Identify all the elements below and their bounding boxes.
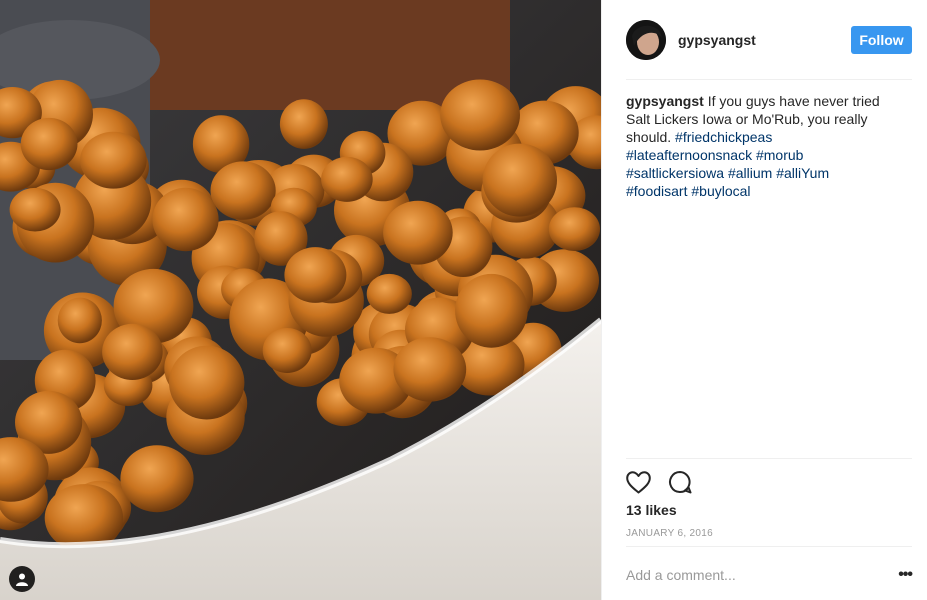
chickpea [321, 156, 373, 202]
hashtag-link[interactable]: #allium [728, 165, 772, 181]
post-header: gypsyangst Follow [626, 20, 912, 60]
chickpea [9, 187, 61, 232]
chickpea [482, 143, 557, 217]
chickpea [262, 328, 312, 373]
chickpea [440, 79, 520, 151]
hashtag-link[interactable]: #alliYum [776, 165, 829, 181]
chickpea [393, 337, 467, 402]
avatar-image [626, 20, 666, 60]
divider [626, 79, 912, 80]
divider [626, 546, 912, 547]
header-username[interactable]: gypsyangst [678, 32, 756, 48]
caption-username[interactable]: gypsyangst [626, 93, 704, 109]
avatar[interactable] [626, 20, 666, 60]
follow-button[interactable]: Follow [851, 26, 912, 54]
chickpea [210, 161, 276, 220]
post-sidebar: gypsyangst Follow gypsyangst If you guys… [601, 0, 927, 600]
chickpea [80, 131, 147, 189]
comment-input[interactable] [626, 567, 892, 583]
chickpea [152, 187, 219, 252]
chickpea [366, 273, 412, 314]
chickpea [455, 273, 528, 348]
chickpea [120, 445, 194, 513]
hashtag-link[interactable]: #morub [756, 147, 803, 163]
hashtag-link[interactable]: #saltlickersiowa [626, 165, 724, 181]
likes-count[interactable]: 13 likes [626, 502, 677, 518]
hashtag-link[interactable]: #buylocal [691, 183, 750, 199]
comment-bubble-icon [669, 471, 692, 494]
hashtag-link[interactable]: #foodisart [626, 183, 687, 199]
chickpea [284, 247, 347, 303]
person-icon [16, 573, 28, 586]
chickpeas-photo [0, 0, 601, 600]
chickpea [169, 345, 245, 420]
post-caption: gypsyangst If you guys have never tried … [626, 92, 906, 200]
chickpea [20, 117, 78, 171]
hashtag-link[interactable]: #lateafternoonsnack [626, 147, 752, 163]
heart-icon [626, 470, 651, 493]
post-date[interactable]: JANUARY 6, 2016 [626, 528, 713, 539]
comment-button[interactable] [668, 468, 696, 496]
chickpea [102, 323, 163, 380]
chickpea [57, 297, 102, 344]
divider [626, 458, 912, 459]
comment-row: ••• [626, 560, 913, 590]
more-options-icon[interactable]: ••• [892, 566, 913, 584]
chickpea [548, 207, 601, 252]
tagged-people-button[interactable] [9, 566, 35, 592]
like-button[interactable] [626, 468, 654, 496]
post-photo[interactable] [0, 0, 601, 600]
chickpea [383, 200, 453, 265]
hashtag-link[interactable]: #friedchickpeas [675, 129, 772, 145]
post-actions [626, 468, 710, 496]
chickpea [279, 99, 328, 149]
